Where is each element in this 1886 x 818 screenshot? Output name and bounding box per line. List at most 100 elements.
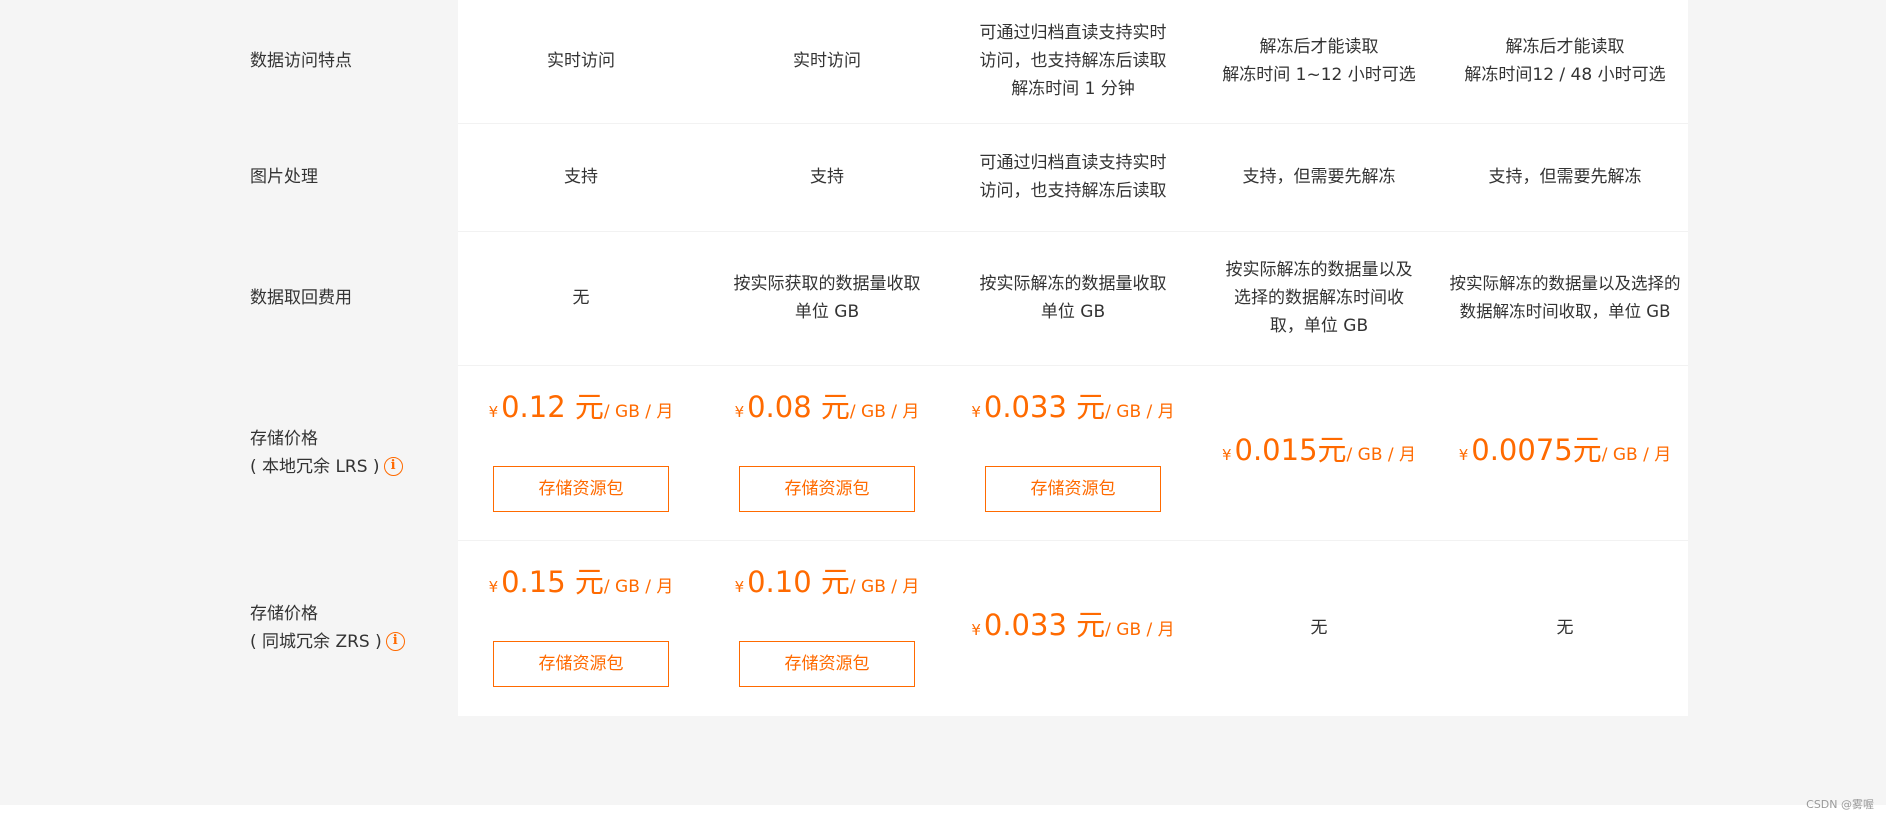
cell-text: 按实际解冻的数据量以及选择的 数据解冻时间收取，单位 GB — [1449, 274, 1681, 321]
price-cell: ¥0.12 元/ GB / 月 存储资源包 — [458, 365, 704, 541]
price-unit: / GB / 月 — [849, 402, 920, 422]
table-row-image-processing: 图片处理 支持 支持 可通过归档直读支持实时 访问，也支持解冻后读取 支持，但需… — [212, 123, 1688, 232]
info-icon[interactable]: i — [385, 632, 405, 651]
table-cell: 按实际解冻的数据量收取 单位 GB — [950, 231, 1196, 366]
price-unit: / GB / 月 — [1601, 445, 1672, 465]
price-cell: ¥0.15 元/ GB / 月 存储资源包 — [458, 540, 704, 715]
storage-package-button[interactable]: 存储资源包 — [493, 641, 669, 688]
row-label: 图片处理 — [212, 123, 458, 232]
cell-text: 解冻后才能读取 解冻时间12 / 48 小时可选 — [1464, 37, 1666, 86]
row-label: 数据取回费用 — [212, 231, 458, 366]
table-cell: 实时访问 — [458, 0, 704, 124]
row-label-subtitle: ( 同城冗余 ZRS ) i — [250, 628, 456, 656]
table-cell: 按实际解冻的数据量以及选择的 数据解冻时间收取，单位 GB — [1442, 231, 1688, 366]
cell-text: 解冻后才能读取 解冻时间 1~12 小时可选 — [1222, 37, 1416, 86]
price-cell: ¥0.0075元/ GB / 月 — [1442, 365, 1688, 541]
price-cell: ¥0.033 元/ GB / 月 存储资源包 — [950, 365, 1196, 541]
price-amount: 0.12 元 — [501, 390, 604, 424]
watermark: CSDN @雾喔 — [1806, 798, 1874, 811]
cell-text: 支持，但需要先解冻 — [1242, 167, 1396, 187]
currency-symbol: ¥ — [971, 621, 981, 640]
currency-symbol: ¥ — [488, 403, 499, 421]
price: ¥0.08 元/ GB / 月 — [706, 393, 948, 426]
cell-text: 按实际解冻的数据量以及 选择的数据解冻时间收 取，单位 GB — [1225, 260, 1413, 336]
row-label-subtitle-text: ( 同城冗余 ZRS ) — [250, 631, 382, 652]
price: ¥0.15 元/ GB / 月 — [460, 568, 702, 601]
row-label-title: 存储价格 — [250, 603, 318, 624]
table-cell: 无 — [1196, 540, 1442, 715]
table-row-retrieval-fee: 数据取回费用 无 按实际获取的数据量收取 单位 GB 按实际解冻的数据量收取 单… — [212, 231, 1688, 366]
table-cell: 支持，但需要先解冻 — [1442, 123, 1688, 232]
cell-text: 实时访问 — [793, 51, 861, 72]
price-amount: 0.0075元 — [1471, 433, 1602, 467]
price-unit: / GB / 月 — [1105, 402, 1175, 422]
row-label-subtitle: ( 本地冗余 LRS ) i — [250, 453, 456, 481]
table-cell: 解冻后才能读取 解冻时间 1~12 小时可选 — [1196, 0, 1442, 124]
page: 数据访问特点 实时访问 实时访问 可通过归档直读支持实时 访问，也支持解冻后读取… — [0, 0, 1886, 818]
price: ¥0.033 元/ GB / 月 — [952, 393, 1194, 426]
table-cell: 无 — [458, 231, 704, 366]
price-unit: / GB / 月 — [1346, 445, 1417, 465]
cell-text: 实时访问 — [547, 51, 615, 72]
row-label-title: 存储价格 — [250, 428, 318, 449]
cell-text: 可通过归档直读支持实时 访问，也支持解冻后读取 解冻时间 1 分钟 — [979, 23, 1167, 100]
storage-package-button[interactable]: 存储资源包 — [985, 466, 1161, 512]
table-cell: 解冻后才能读取 解冻时间12 / 48 小时可选 — [1442, 0, 1688, 124]
currency-symbol: ¥ — [1458, 446, 1469, 464]
row-label: 存储价格 ( 同城冗余 ZRS ) i — [212, 540, 458, 716]
table-cell: 支持 — [704, 123, 950, 232]
price-cell: ¥0.033 元/ GB / 月 — [950, 540, 1196, 715]
price-amount: 0.033 元 — [983, 390, 1106, 424]
cell-text: 支持 — [810, 167, 844, 187]
table-row-price-lrs: 存储价格 ( 本地冗余 LRS ) i ¥0.12 元/ GB / 月 存储资源包… — [212, 365, 1688, 541]
table-cell: 支持 — [458, 123, 704, 232]
storage-package-button[interactable]: 存储资源包 — [739, 466, 915, 512]
table-row-access-feature: 数据访问特点 实时访问 实时访问 可通过归档直读支持实时 访问，也支持解冻后读取… — [212, 0, 1688, 124]
table-cell: 可通过归档直读支持实时 访问，也支持解冻后读取 — [950, 123, 1196, 232]
table-cell: 实时访问 — [704, 0, 950, 124]
price-unit: / GB / 月 — [603, 402, 674, 422]
price-unit: / GB / 月 — [603, 577, 674, 598]
price: ¥0.033 元/ GB / 月 — [952, 611, 1194, 644]
price-amount: 0.08 元 — [747, 390, 850, 424]
price-amount: 0.10 元 — [747, 565, 850, 600]
table-cell: 可通过归档直读支持实时 访问，也支持解冻后读取 解冻时间 1 分钟 — [950, 0, 1196, 124]
row-label: 存储价格 ( 本地冗余 LRS ) i — [212, 365, 458, 541]
cell-text: 无 — [1310, 617, 1328, 638]
price: ¥0.10 元/ GB / 月 — [706, 568, 948, 601]
cell-text: 无 — [1556, 617, 1574, 638]
price-cell: ¥0.08 元/ GB / 月 存储资源包 — [704, 365, 950, 541]
storage-comparison-table: 数据访问特点 实时访问 实时访问 可通过归档直读支持实时 访问，也支持解冻后读取… — [212, 0, 1688, 716]
price-cell: ¥0.10 元/ GB / 月 存储资源包 — [704, 540, 950, 715]
price-unit: / GB / 月 — [849, 577, 920, 598]
cell-text: 支持，但需要先解冻 — [1488, 167, 1642, 187]
price-amount: 0.015元 — [1234, 433, 1347, 467]
price: ¥0.12 元/ GB / 月 — [460, 393, 702, 426]
table-cell: 支持，但需要先解冻 — [1196, 123, 1442, 232]
price-cell: ¥0.015元/ GB / 月 — [1196, 365, 1442, 541]
currency-symbol: ¥ — [734, 578, 745, 597]
table-cell: 按实际解冻的数据量以及 选择的数据解冻时间收 取，单位 GB — [1196, 231, 1442, 366]
storage-package-button[interactable]: 存储资源包 — [739, 641, 915, 688]
info-icon[interactable]: i — [383, 457, 403, 476]
price: ¥0.0075元/ GB / 月 — [1444, 436, 1686, 469]
price: ¥0.015元/ GB / 月 — [1198, 436, 1440, 469]
row-label-subtitle-text: ( 本地冗余 LRS ) — [250, 456, 380, 477]
cell-text: 按实际获取的数据量收取 单位 GB — [733, 274, 921, 322]
currency-symbol: ¥ — [1221, 446, 1232, 464]
table-cell: 无 — [1442, 540, 1688, 715]
currency-symbol: ¥ — [488, 578, 499, 597]
cell-text: 支持 — [564, 167, 598, 187]
price-unit: / GB / 月 — [1105, 620, 1175, 641]
currency-symbol: ¥ — [734, 403, 745, 421]
price-amount: 0.15 元 — [501, 565, 604, 600]
currency-symbol: ¥ — [971, 403, 981, 421]
cell-text: 可通过归档直读支持实时 访问，也支持解冻后读取 — [979, 153, 1167, 201]
price-amount: 0.033 元 — [983, 608, 1106, 643]
cell-text: 按实际解冻的数据量收取 单位 GB — [979, 274, 1167, 322]
row-label: 数据访问特点 — [212, 0, 458, 124]
table-cell: 按实际获取的数据量收取 单位 GB — [704, 231, 950, 366]
cell-text: 无 — [572, 288, 590, 308]
bottom-strip — [0, 805, 1886, 818]
storage-package-button[interactable]: 存储资源包 — [493, 466, 669, 512]
